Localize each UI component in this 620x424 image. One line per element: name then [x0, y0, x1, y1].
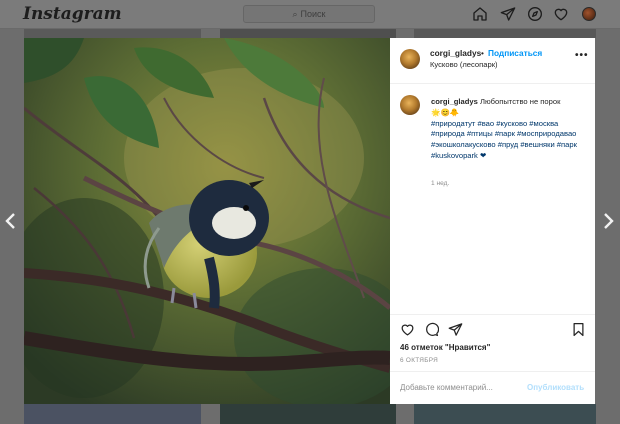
caption-username[interactable]: corgi_gladys — [431, 97, 478, 106]
background-feed-image[interactable] — [414, 404, 596, 424]
background-feed-image[interactable] — [220, 404, 396, 424]
post-details-panel: corgi_gladys • Подписаться Кусково (лесо… — [390, 38, 595, 404]
publish-button[interactable]: Опубликовать — [527, 383, 584, 392]
author-avatar[interactable] — [400, 49, 420, 69]
search-icon: ⌕ — [292, 9, 298, 19]
post-caption: corgi_gladys Любопытство не порок 🌟😊🐥 #п… — [431, 97, 589, 162]
background-feed — [24, 29, 201, 38]
instagram-logo[interactable]: Instagram — [23, 4, 122, 24]
direct-icon[interactable] — [500, 6, 516, 22]
caption-emoji: 🌟😊🐥 — [431, 107, 460, 117]
home-icon[interactable] — [472, 6, 488, 22]
likes-count[interactable]: 46 отметок "Нравится" — [400, 343, 490, 352]
post-location[interactable]: Кусково (лесопарк) — [430, 60, 498, 69]
save-bookmark-icon[interactable] — [571, 322, 586, 337]
more-options-button[interactable]: ••• — [575, 50, 589, 61]
post-date[interactable]: 6 ОКТЯБРЯ — [400, 357, 438, 364]
background-feed-image[interactable] — [24, 404, 201, 424]
next-post-arrow[interactable] — [601, 212, 615, 230]
previous-post-arrow[interactable] — [4, 212, 18, 230]
background-feed — [220, 29, 396, 38]
author-username[interactable]: corgi_gladys — [430, 48, 481, 58]
post-photo[interactable] — [24, 38, 390, 404]
explore-icon[interactable] — [527, 6, 543, 22]
profile-avatar[interactable] — [582, 7, 596, 21]
time-ago[interactable]: 1 нед. — [431, 180, 449, 187]
comment-input[interactable]: Добавьте комментарий... — [400, 383, 493, 392]
top-navigation-bar: Instagram ⌕ Поиск — [0, 0, 620, 29]
caption-hashtags[interactable]: #природатут #вао #кусково #москва #приро… — [431, 119, 577, 160]
follow-button[interactable]: Подписаться — [488, 48, 542, 58]
search-input[interactable]: ⌕ Поиск — [243, 5, 375, 23]
caption-author-avatar[interactable] — [400, 95, 420, 115]
share-icon[interactable] — [448, 322, 463, 337]
background-feed — [414, 29, 596, 38]
post-actions-section: 46 отметок "Нравится" 6 ОКТЯБРЯ Добавьте… — [390, 314, 595, 404]
like-heart-icon[interactable] — [400, 322, 415, 337]
caption-text: Любопытство не порок — [479, 97, 561, 106]
separator-dot: • — [481, 48, 484, 58]
post-header: corgi_gladys • Подписаться Кусково (лесо… — [390, 38, 595, 84]
search-placeholder: Поиск — [300, 9, 326, 19]
heart-icon[interactable] — [553, 6, 569, 22]
add-comment-bar: Добавьте комментарий... Опубликовать — [390, 371, 595, 405]
comment-icon[interactable] — [424, 322, 440, 337]
great-tit-bird-photo — [24, 38, 390, 404]
